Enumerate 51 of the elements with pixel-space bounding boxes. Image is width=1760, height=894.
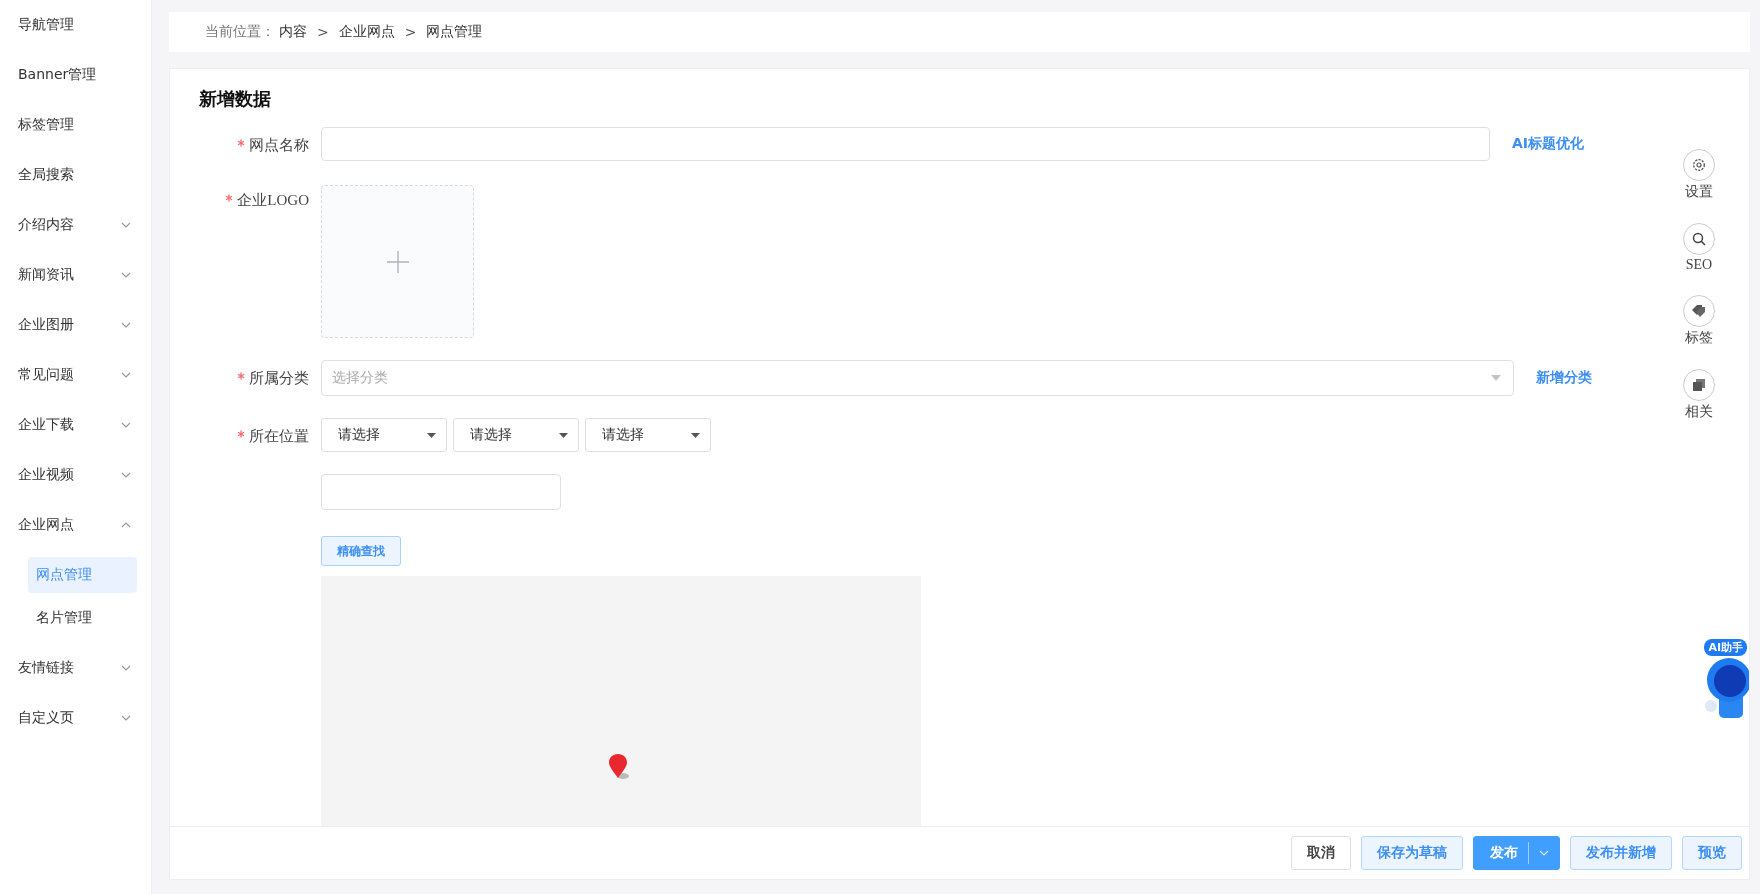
tool-label: 设置 xyxy=(1685,183,1713,201)
sidebar-item[interactable]: 企业图册 xyxy=(0,300,151,350)
field-label: 企业LOGO xyxy=(237,191,309,210)
stack-icon xyxy=(1692,378,1706,392)
sidebar-item[interactable]: 自定义页 xyxy=(0,693,151,743)
settings-icon xyxy=(1692,158,1706,172)
sidebar-subitem[interactable]: 名片管理 xyxy=(28,600,137,636)
sidebar-item[interactable]: 常见问题 xyxy=(0,350,151,400)
tool-button[interactable] xyxy=(1683,223,1715,255)
region-select[interactable]: 请选择 xyxy=(453,418,579,452)
search-icon xyxy=(1692,232,1706,246)
tag-icon xyxy=(1691,304,1707,318)
tool-label: SEO xyxy=(1685,257,1713,273)
field-label: 所属分类 xyxy=(249,369,309,388)
field-label: 网点名称 xyxy=(249,136,309,155)
sidebar-item[interactable]: 全局搜索 xyxy=(0,150,151,200)
sidebar-item[interactable]: 介绍内容 xyxy=(0,200,151,250)
tool-button[interactable] xyxy=(1683,295,1715,327)
breadcrumb-item[interactable]: 网点管理 xyxy=(426,23,483,41)
breadcrumb-separator: > xyxy=(317,24,329,40)
sidebar-item[interactable]: Banner管理 xyxy=(0,50,151,100)
breadcrumb-separator: > xyxy=(404,24,417,40)
sidebar-item[interactable]: 企业视频 xyxy=(0,450,151,500)
sidebar-item[interactable]: 友情链接 xyxy=(0,643,151,693)
address-input[interactable] xyxy=(321,474,561,510)
plus-icon xyxy=(385,249,410,274)
sidebar-item[interactable]: 导航管理 xyxy=(0,0,151,50)
field-label: 所在位置 xyxy=(249,427,309,446)
dropdown-icon xyxy=(1491,375,1501,381)
sidebar-item[interactable]: 企业网点 xyxy=(0,500,151,550)
breadcrumb-item[interactable]: 企业网点 xyxy=(338,23,395,41)
assistant-label[interactable]: AI助手 xyxy=(1704,639,1747,656)
map-pin-icon xyxy=(608,753,632,781)
sidebar-item[interactable]: 企业下载 xyxy=(0,400,151,450)
tool-label: 相关 xyxy=(1685,403,1713,421)
form-title: 新增数据 xyxy=(199,88,272,111)
tool-button[interactable] xyxy=(1683,369,1715,401)
region-select[interactable]: 请选择 xyxy=(321,418,447,452)
region-select[interactable]: 请选择 xyxy=(585,418,711,452)
sidebar-item[interactable]: 新闻资讯 xyxy=(0,250,151,300)
dropdown-icon xyxy=(427,432,436,438)
breadcrumb-item[interactable]: 内容 xyxy=(279,23,307,41)
tool-button[interactable] xyxy=(1683,149,1715,181)
sidebar-item[interactable]: 标签管理 xyxy=(0,100,151,150)
footer-button[interactable]: 取消 xyxy=(1291,836,1351,870)
dropdown-icon xyxy=(559,432,568,438)
name-input[interactable] xyxy=(321,127,1490,161)
caret-icon xyxy=(1539,850,1549,856)
breadcrumb-label: 当前位置： xyxy=(205,23,275,41)
tool-label: 标签 xyxy=(1685,329,1713,347)
dropdown-icon xyxy=(691,432,700,438)
